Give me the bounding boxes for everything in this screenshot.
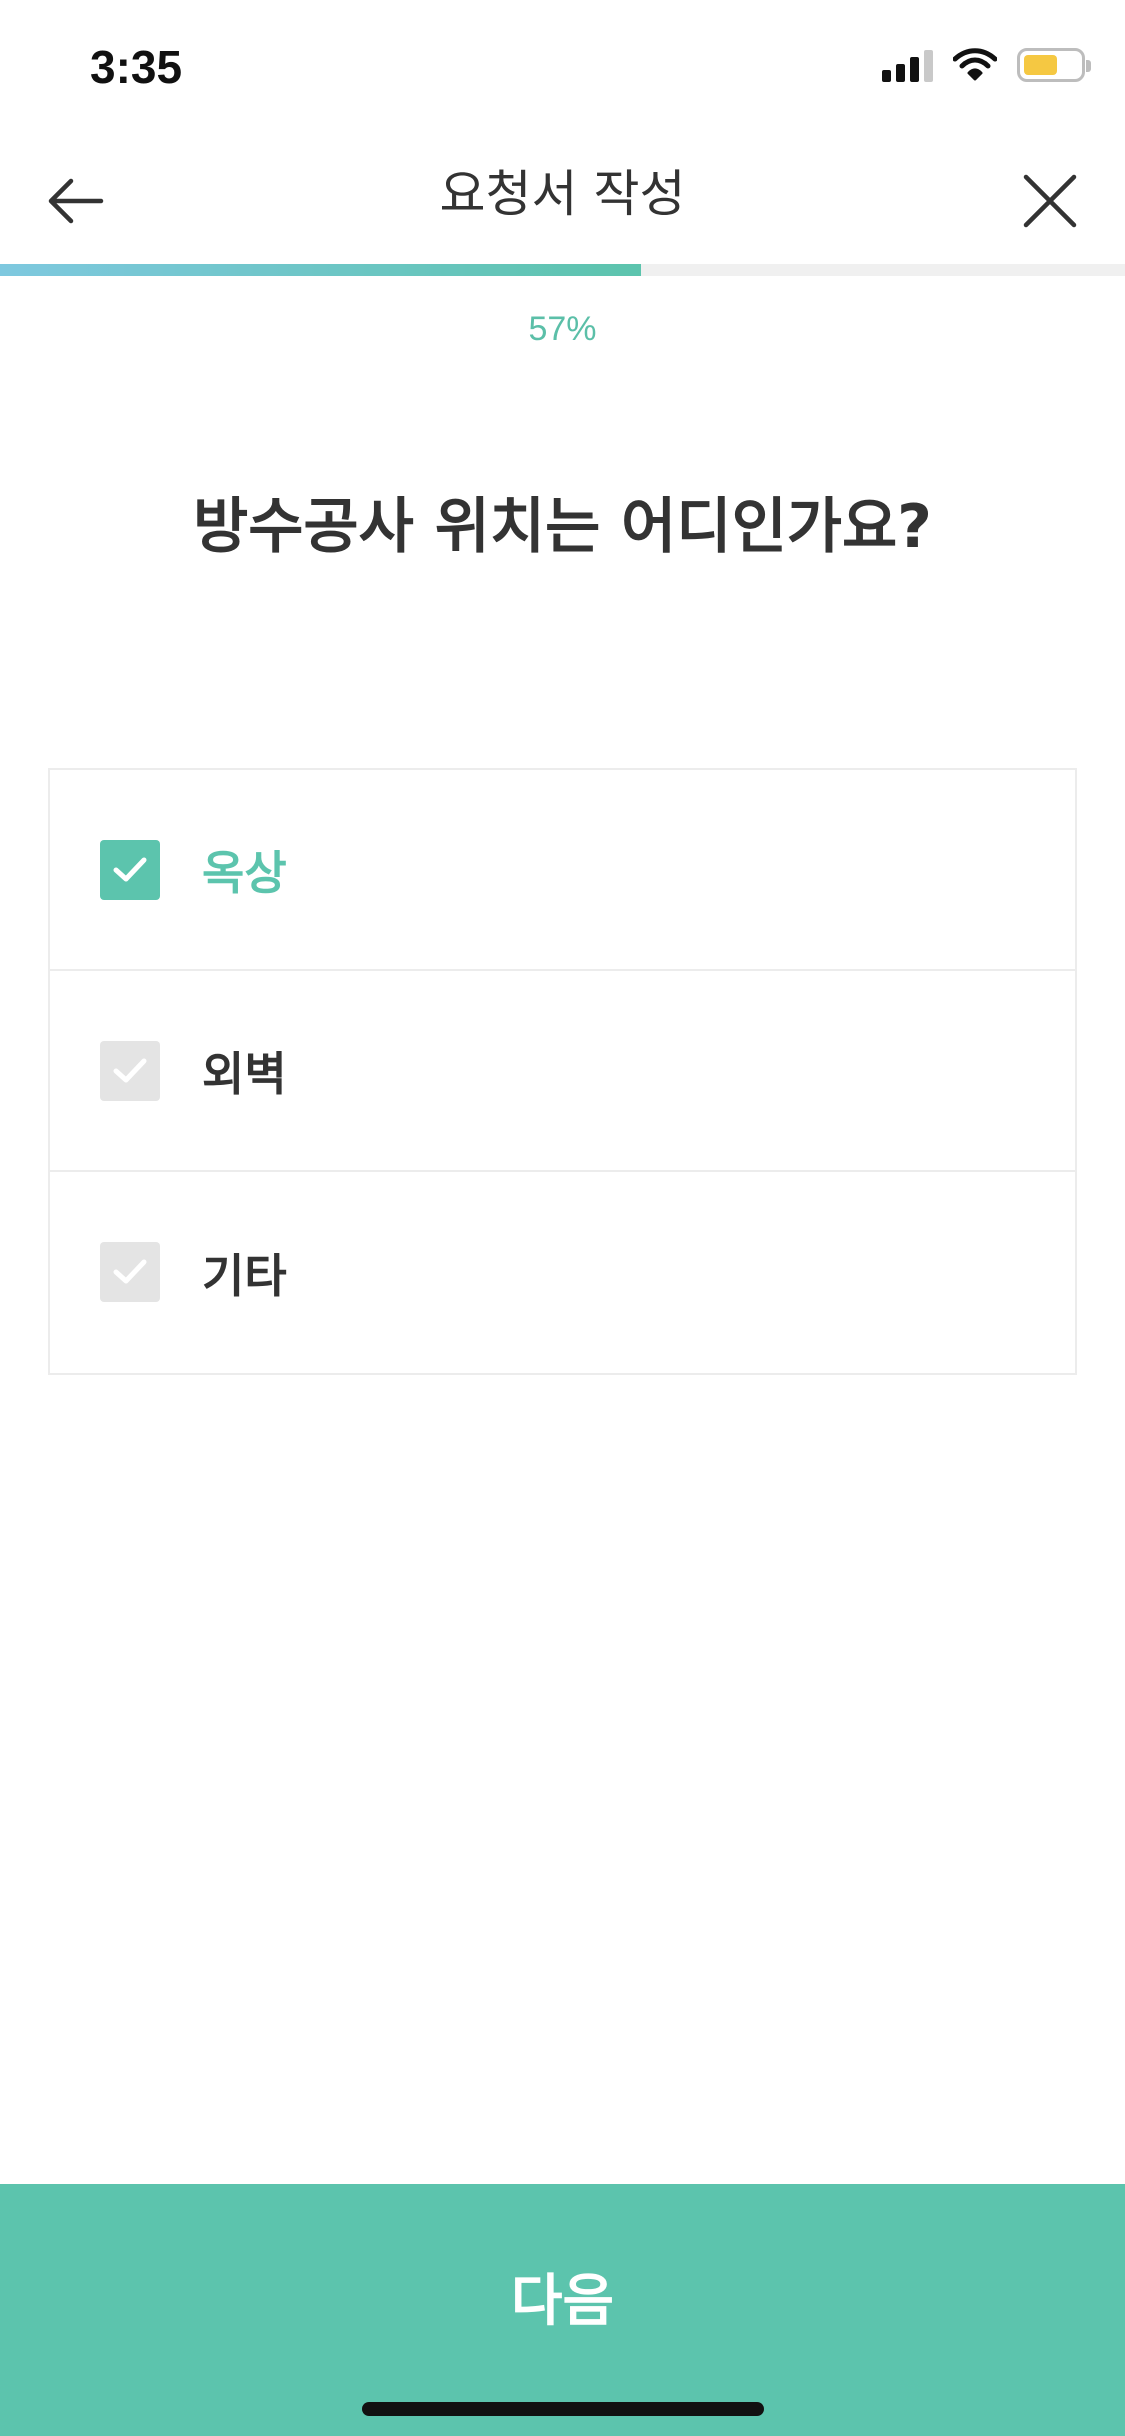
check-icon (113, 857, 147, 882)
battery-icon (1017, 48, 1091, 82)
cellular-signal-icon (882, 48, 933, 82)
progress-label: 57% (528, 310, 597, 348)
option-label: 기타 (202, 1248, 287, 1303)
close-button[interactable] (1005, 156, 1095, 246)
check-icon (113, 1058, 147, 1083)
wifi-icon (953, 48, 997, 81)
option-checkbox[interactable] (100, 1041, 160, 1101)
status-bar: 3:35 (0, 0, 1125, 132)
option-rooftop[interactable]: 옥상 (50, 770, 1075, 971)
status-icons (882, 48, 1091, 82)
next-button[interactable]: 다음 (0, 2184, 1125, 2436)
question-title: 방수공사 위치는 어디인가요? (193, 492, 932, 562)
option-exterior-wall[interactable]: 외벽 (50, 971, 1075, 1172)
progress-bar (0, 264, 1125, 276)
options-list: 옥상 외벽 기타 (48, 768, 1077, 1375)
status-time: 3:35 (90, 41, 183, 93)
option-other[interactable]: 기타 (50, 1172, 1075, 1373)
option-checkbox[interactable] (100, 840, 160, 900)
check-icon (113, 1259, 147, 1284)
home-indicator (362, 2402, 764, 2416)
progress-bar-fill (0, 264, 642, 276)
option-checkbox[interactable] (100, 1242, 160, 1302)
next-button-label: 다음 (510, 2269, 615, 2334)
option-label: 옥상 (202, 845, 287, 900)
page-title: 요청서 작성 (439, 165, 686, 223)
option-label: 외벽 (202, 1046, 287, 1101)
close-icon (1023, 174, 1077, 228)
header: 요청서 작성 (0, 132, 1125, 264)
